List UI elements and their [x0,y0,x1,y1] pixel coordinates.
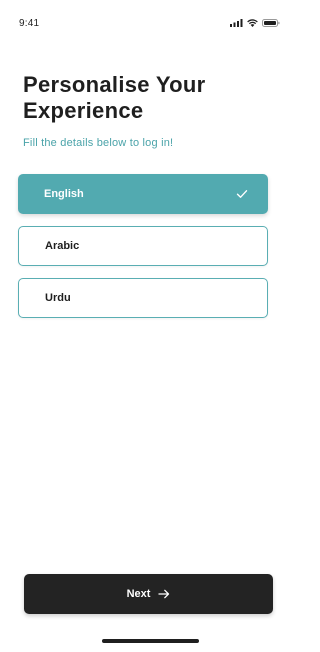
signal-icon [230,19,243,27]
page-subtitle: Fill the details below to log in! [23,137,174,149]
battery-icon [262,19,280,27]
language-option-label: English [44,188,84,200]
language-option-label: Urdu [45,292,71,304]
status-bar: 9:41 [0,0,300,44]
language-option-label: Arabic [45,240,80,252]
home-indicator [102,639,199,643]
arrow-right-icon [158,589,170,599]
page-title: Personalise Your Experience [23,72,206,123]
status-icons [230,19,280,27]
check-icon [236,190,248,198]
next-button-label: Next [126,588,151,600]
language-option-english[interactable]: English [18,174,268,214]
language-option-list: English Arabic Urdu [18,174,268,330]
status-time: 9:41 [19,18,40,29]
language-option-urdu[interactable]: Urdu [18,278,268,318]
next-button[interactable]: Next [24,574,273,614]
wifi-icon [247,19,258,27]
language-option-arabic[interactable]: Arabic [18,226,268,266]
